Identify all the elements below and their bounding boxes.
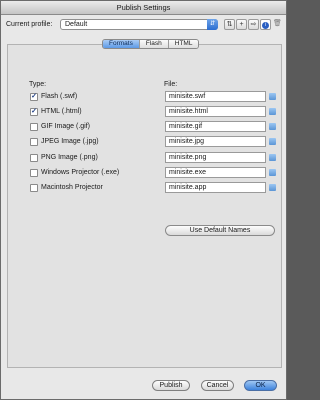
mac-projector-checkbox[interactable] [30,183,38,192]
add-profile-icon[interactable]: + [236,19,247,30]
profile-tools: ⇅ + ⇨ i 🗑 [224,19,283,30]
folder-icon[interactable] [269,138,276,145]
folder-icon[interactable] [269,154,276,161]
png-checkbox[interactable] [30,153,38,162]
format-row-html[interactable]: ✓ HTML (.html) [30,107,82,116]
format-label: GIF Image (.gif) [41,123,91,130]
folder-icon[interactable] [269,108,276,115]
flash-checkbox[interactable]: ✓ [30,92,38,101]
gif-file-input[interactable]: minisite.gif [165,121,266,132]
info-icon[interactable]: i [260,19,271,30]
format-label: Flash (.swf) [41,93,78,100]
format-row-mac-projector[interactable]: Macintosh Projector [30,183,103,192]
format-label: Windows Projector (.exe) [41,169,120,176]
format-label: JPEG Image (.jpg) [41,138,99,145]
folder-icon[interactable] [269,169,276,176]
flash-file-input[interactable]: minisite.swf [165,91,266,102]
publish-settings-window: Publish Settings Current profile: Defaul… [0,0,287,400]
gif-checkbox[interactable] [30,122,38,131]
profile-select[interactable]: Default ⇵ [60,19,218,30]
duplicate-profile-icon[interactable]: ⇅ [224,19,235,30]
tab-formats[interactable]: Formats [103,40,139,48]
app-file-input[interactable]: minisite.app [165,182,266,193]
tab-bar: Formats Flash HTML [102,39,200,49]
profile-row: Current profile: Default ⇵ ⇅ + ⇨ i 🗑 [6,19,284,31]
format-label: PNG Image (.png) [41,154,98,161]
profile-select-value: Default [65,21,88,28]
jpeg-file-input[interactable]: minisite.jpg [165,136,266,147]
format-row-windows-projector[interactable]: Windows Projector (.exe) [30,168,119,177]
delete-profile-icon[interactable]: 🗑 [272,19,283,30]
html-checkbox[interactable]: ✓ [30,107,38,116]
windows-projector-checkbox[interactable] [30,168,38,177]
html-file-input[interactable]: minisite.html [165,106,266,117]
exe-file-input[interactable]: minisite.exe [165,167,266,178]
folder-icon[interactable] [269,184,276,191]
file-header: File: [164,81,178,88]
format-row-png[interactable]: PNG Image (.png) [30,153,98,162]
tab-flash[interactable]: Flash [138,40,168,48]
current-profile-label: Current profile: [6,21,53,28]
window-title: Publish Settings [1,1,286,15]
folder-icon[interactable] [269,93,276,100]
import-export-icon[interactable]: ⇨ [248,19,259,30]
tab-html[interactable]: HTML [167,40,199,48]
jpeg-checkbox[interactable] [30,137,38,146]
format-row-jpeg[interactable]: JPEG Image (.jpg) [30,137,99,146]
format-row-gif[interactable]: GIF Image (.gif) [30,122,90,131]
use-default-names-button[interactable]: Use Default Names [165,225,275,236]
select-arrows-icon: ⇵ [207,19,218,30]
folder-icon[interactable] [269,123,276,130]
cancel-button[interactable]: Cancel [201,380,234,391]
format-label: Macintosh Projector [41,184,103,191]
publish-button[interactable]: Publish [152,380,190,391]
type-header: Type: [29,81,47,88]
format-label: HTML (.html) [41,108,82,115]
format-row-flash[interactable]: ✓ Flash (.swf) [30,92,77,101]
ok-button[interactable]: OK [244,380,277,391]
png-file-input[interactable]: minisite.png [165,152,266,163]
